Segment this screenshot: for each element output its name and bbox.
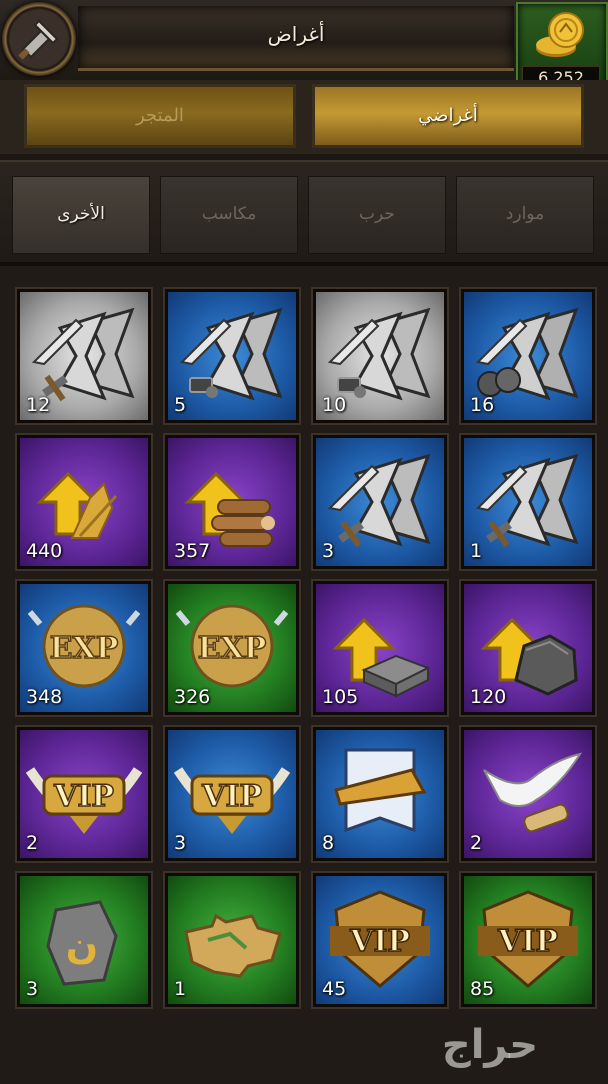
vip-wings-icon: VIP — [25, 767, 143, 834]
inventory-item[interactable]: 1 — [459, 433, 597, 571]
item-quantity: 5 — [174, 394, 187, 416]
item-quantity: 10 — [322, 394, 347, 416]
inventory-item[interactable]: 8 — [311, 725, 449, 863]
rune-stone-icon: ن — [46, 900, 118, 986]
item-quantity: 2 — [470, 832, 483, 854]
header: أغراض 6,252 — [0, 0, 608, 98]
subtab-gains[interactable]: مكاسب — [160, 176, 298, 254]
inventory-item[interactable]: 357 — [163, 433, 301, 571]
puzzle-map-icon — [184, 913, 282, 978]
inventory-item[interactable]: EXP 348 — [15, 579, 153, 717]
inventory-grid: 12 5 10 16 440 357 3 1 EXP 348 EXP 326 105 120 VI… — [15, 287, 597, 1009]
item-quantity: 12 — [26, 394, 51, 416]
inventory-item[interactable]: 10 — [311, 287, 449, 425]
item-quantity: 3 — [174, 832, 187, 854]
inventory-item[interactable]: ن3 — [15, 871, 153, 1009]
item-quantity: 105 — [322, 686, 359, 708]
construction-speedup-icon — [327, 453, 431, 548]
inventory-item[interactable]: 3 — [311, 433, 449, 571]
inventory-item[interactable]: 120 — [459, 579, 597, 717]
svg-text:EXP: EXP — [198, 631, 267, 666]
svg-text:VIP: VIP — [201, 779, 262, 814]
inventory-item[interactable]: VIP 45 — [311, 871, 449, 1009]
item-quantity: 3 — [26, 978, 39, 1000]
horn-banner-icon — [334, 748, 427, 833]
item-quantity: 326 — [174, 686, 211, 708]
svg-text:VIP: VIP — [497, 924, 558, 959]
dove-scroll-icon — [483, 752, 583, 833]
inventory-item[interactable]: EXP 326 — [163, 579, 301, 717]
vip-wings-icon: VIP — [173, 767, 291, 834]
svg-text:ن: ن — [66, 923, 98, 967]
inventory-item[interactable]: 2 — [459, 725, 597, 863]
item-quantity: 120 — [470, 686, 507, 708]
tab-my-items[interactable]: أغراضي — [312, 84, 584, 148]
title-bar: أغراض — [78, 6, 514, 71]
construction-speedup-icon — [475, 453, 579, 548]
watermark: حراج — [441, 1022, 539, 1068]
subtab-war[interactable]: حرب — [308, 176, 446, 254]
subtab-resources[interactable]: موارد — [456, 176, 594, 254]
svg-text:VIP: VIP — [53, 779, 114, 814]
item-quantity: 85 — [470, 978, 495, 1000]
svg-text:VIP: VIP — [349, 924, 410, 959]
svg-text:EXP: EXP — [50, 631, 119, 666]
item-quantity: 1 — [174, 978, 187, 1000]
inventory-item[interactable]: VIP 2 — [15, 725, 153, 863]
item-quantity: 440 — [26, 540, 63, 562]
inventory-item[interactable]: VIP 3 — [163, 725, 301, 863]
inventory-item[interactable]: 440 — [15, 433, 153, 571]
inventory-item[interactable]: 5 — [163, 287, 301, 425]
inventory-item[interactable]: VIP 85 — [459, 871, 597, 1009]
inventory-item[interactable]: 1 — [163, 871, 301, 1009]
item-quantity: 3 — [322, 540, 335, 562]
inventory-item[interactable]: 105 — [311, 579, 449, 717]
item-quantity: 8 — [322, 832, 335, 854]
page-title: أغراض — [267, 22, 325, 46]
main-tabs: أغراضي المتجر — [0, 80, 608, 154]
inventory-item[interactable]: 16 — [459, 287, 597, 425]
gold-coin-icon — [536, 12, 584, 57]
tab-store[interactable]: المتجر — [24, 84, 296, 148]
item-quantity: 16 — [470, 394, 495, 416]
item-quantity: 45 — [322, 978, 347, 1000]
back-button[interactable] — [2, 2, 76, 76]
research-speedup-icon — [179, 307, 283, 401]
inventory-panel: 12 5 10 16 440 357 3 1 EXP 348 EXP 326 105 120 VI… — [0, 262, 608, 1084]
item-quantity: 2 — [26, 832, 39, 854]
item-quantity: 357 — [174, 540, 211, 562]
item-quantity: 1 — [470, 540, 483, 562]
subtab-other[interactable]: الأخرى — [12, 176, 150, 254]
inventory-item[interactable]: 12 — [15, 287, 153, 425]
hammer-back-icon — [18, 19, 59, 60]
sub-tabs: موارد حرب مكاسب الأخرى — [0, 160, 608, 262]
item-quantity: 348 — [26, 686, 63, 708]
